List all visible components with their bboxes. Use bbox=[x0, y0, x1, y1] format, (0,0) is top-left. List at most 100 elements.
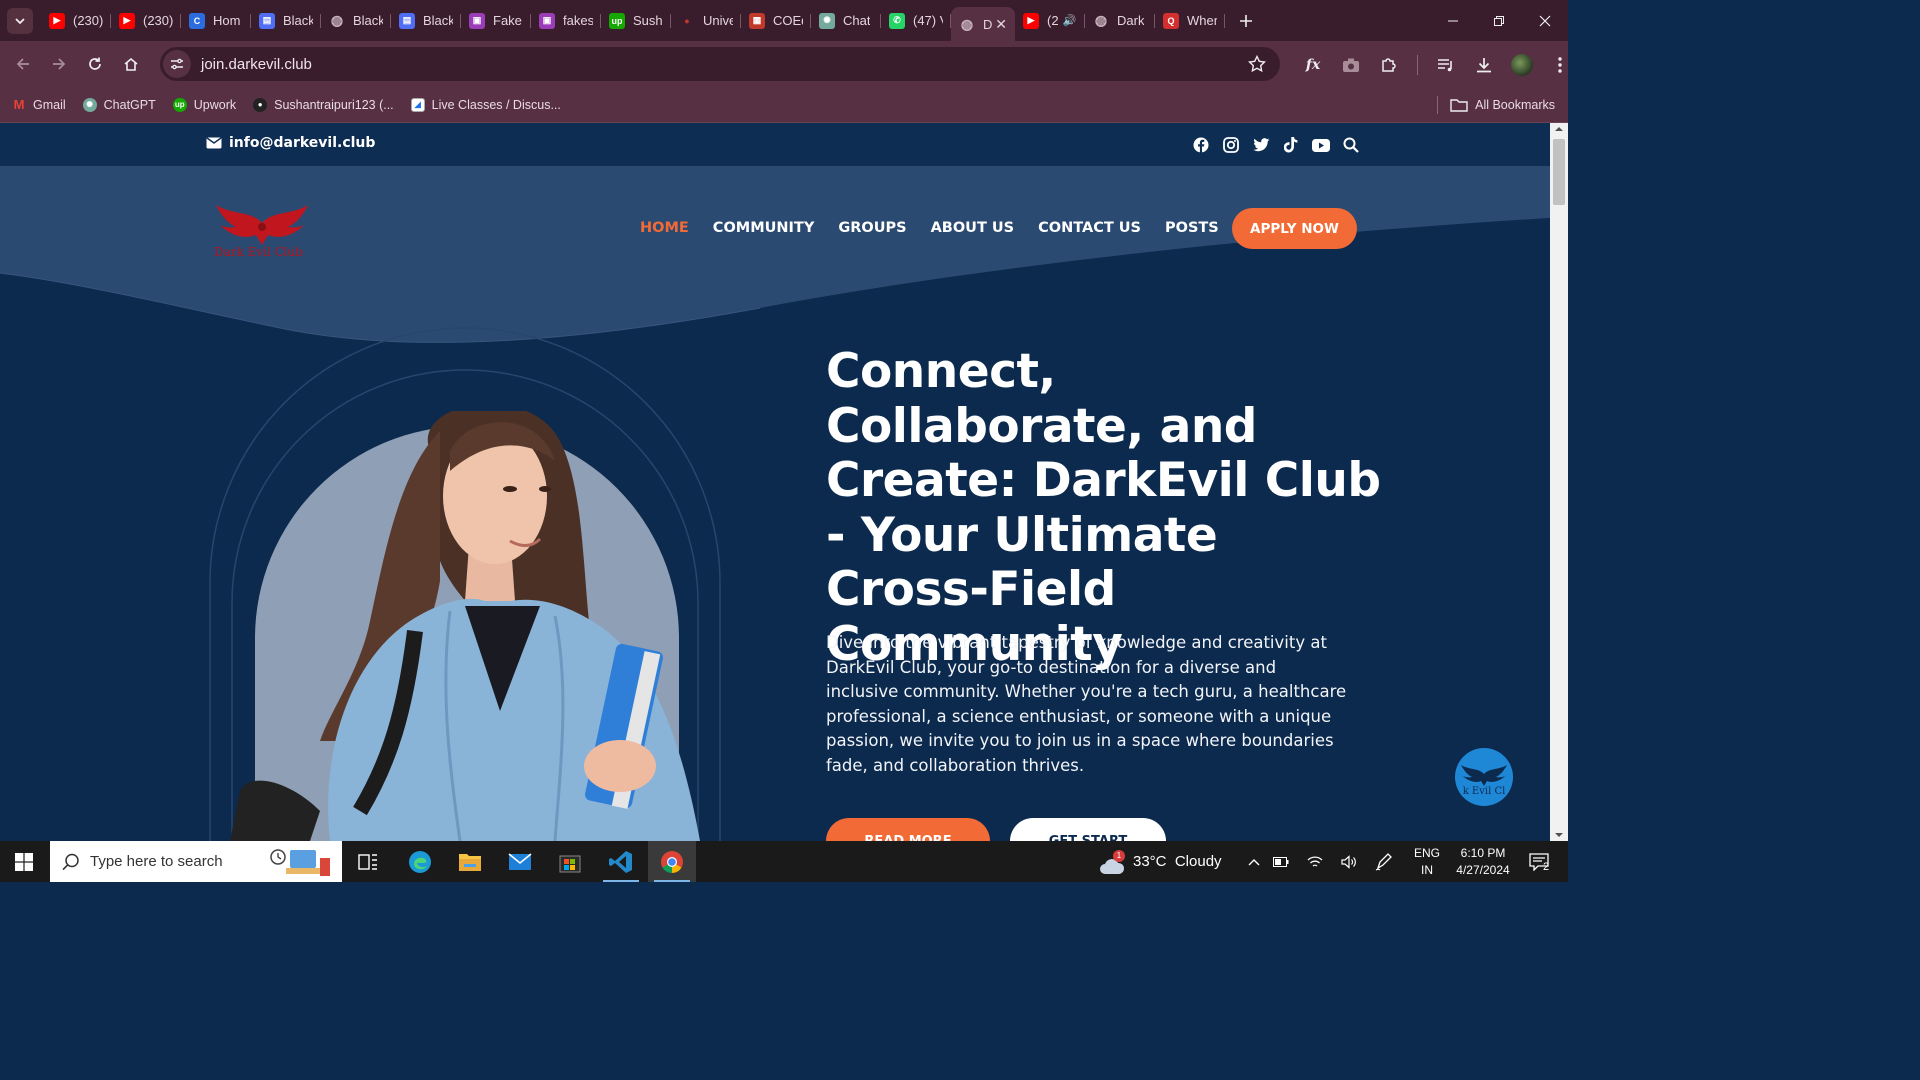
nav-about-us[interactable]: ABOUT US bbox=[931, 220, 1015, 236]
battery-button[interactable] bbox=[1264, 856, 1298, 867]
browser-tab[interactable]: ▶ (230) bbox=[41, 6, 111, 36]
browser-tab[interactable]: ● Unive bbox=[671, 6, 741, 36]
download-icon bbox=[1477, 58, 1491, 73]
tab-strip: ▶ (230) ▶ (230) C Hom ▤ Black ◍ Black ▤ Black ▣ Fake ▣… bbox=[0, 0, 1568, 41]
mail-app[interactable] bbox=[496, 841, 544, 882]
nav-groups[interactable]: GROUPS bbox=[838, 220, 906, 236]
bookmark-live-classes[interactable]: ◢ Live Classes / Discus... bbox=[410, 97, 561, 112]
notification-count: 2 bbox=[1543, 861, 1550, 873]
quora-icon: Q bbox=[1163, 12, 1179, 29]
browser-tab[interactable]: ◍ D ✕ bbox=[951, 7, 1015, 41]
tab-search-button[interactable] bbox=[7, 7, 33, 34]
file-explorer-app[interactable] bbox=[446, 841, 494, 882]
get-start-button[interactable]: GET START bbox=[1010, 818, 1166, 841]
youtube-icon[interactable] bbox=[1312, 136, 1330, 154]
bookmark-github[interactable]: ● Sushantraipuri123 (... bbox=[253, 97, 394, 112]
minimize-button[interactable] bbox=[1430, 0, 1476, 41]
nav-posts[interactable]: POSTS bbox=[1165, 220, 1219, 236]
browser-toolbar: join.darkevil.club fx bbox=[0, 41, 1568, 87]
pen-workspace-button[interactable] bbox=[1366, 852, 1402, 871]
menu-button[interactable] bbox=[1542, 47, 1578, 83]
browser-tab[interactable]: ✺ Chat bbox=[811, 6, 881, 36]
search-icon[interactable] bbox=[1342, 136, 1360, 154]
browser-tab[interactable]: ▦ COEd bbox=[741, 6, 811, 36]
camera-icon bbox=[1343, 58, 1359, 72]
network-button[interactable] bbox=[1298, 855, 1332, 869]
hero-heading: Connect, Collaborate, and Create: DarkEv… bbox=[826, 344, 1381, 672]
nav-community[interactable]: COMMUNITY bbox=[713, 220, 815, 236]
forward-button[interactable] bbox=[41, 46, 77, 82]
browser-tab[interactable]: ▶ (2 🔊 bbox=[1015, 6, 1085, 36]
playlist-icon bbox=[1438, 59, 1452, 72]
floating-chat-button[interactable]: k Evil Cl bbox=[1455, 748, 1513, 806]
reload-button[interactable] bbox=[77, 46, 113, 82]
chrome-app[interactable] bbox=[648, 841, 696, 882]
browser-tab[interactable]: ▣ fakes bbox=[531, 6, 601, 36]
screenshot-extension-button[interactable] bbox=[1333, 47, 1369, 83]
media-control-button[interactable] bbox=[1428, 47, 1464, 83]
function-icon: fx bbox=[1305, 57, 1321, 73]
restore-button[interactable] bbox=[1476, 0, 1522, 41]
clock[interactable]: 6:10 PM 4/27/2024 bbox=[1451, 841, 1515, 882]
scroll-up-icon[interactable] bbox=[1550, 123, 1568, 135]
scrollbar-thumb[interactable] bbox=[1553, 139, 1565, 205]
formula-extension-button[interactable]: fx bbox=[1295, 47, 1331, 83]
bookmark-star-button[interactable] bbox=[1248, 55, 1266, 73]
taskbar-search-box[interactable]: Type here to search bbox=[50, 841, 342, 882]
close-tab-icon[interactable]: ✕ bbox=[995, 16, 1007, 33]
show-hidden-icons-button[interactable] bbox=[1244, 858, 1264, 866]
browser-tab[interactable]: Q Wher bbox=[1155, 6, 1225, 36]
bookmark-gmail[interactable]: M Gmail bbox=[12, 97, 66, 112]
bookmark-chatgpt[interactable]: ✺ ChatGPT bbox=[82, 97, 156, 112]
address-bar[interactable]: join.darkevil.club bbox=[160, 47, 1280, 81]
tab-title: Black bbox=[353, 13, 383, 28]
input-language-button[interactable]: ENG IN bbox=[1412, 841, 1442, 882]
notification-center-button[interactable]: 2 bbox=[1522, 841, 1556, 882]
volume-button[interactable] bbox=[1332, 854, 1366, 869]
bookmark-upwork[interactable]: up Upwork bbox=[172, 97, 236, 112]
extensions-button[interactable] bbox=[1371, 47, 1407, 83]
browser-tab[interactable]: ▤ Black bbox=[251, 6, 321, 36]
all-bookmarks-button[interactable]: All Bookmarks bbox=[1450, 98, 1555, 112]
site-info-button[interactable] bbox=[163, 50, 191, 78]
browser-tab[interactable]: ✆ (47) V bbox=[881, 6, 951, 36]
audio-playing-icon[interactable]: 🔊 bbox=[1063, 14, 1077, 27]
instagram-icon[interactable] bbox=[1222, 136, 1240, 154]
microsoft-store-app[interactable] bbox=[546, 841, 594, 882]
back-button[interactable] bbox=[5, 46, 41, 82]
new-tab-button[interactable] bbox=[1231, 0, 1261, 41]
page-scrollbar[interactable] bbox=[1550, 123, 1568, 841]
weather-text: 33°C Cloudy bbox=[1133, 853, 1222, 870]
profile-button[interactable] bbox=[1504, 47, 1540, 83]
browser-tab[interactable]: ▤ Black bbox=[391, 6, 461, 36]
scroll-down-icon[interactable] bbox=[1550, 829, 1568, 841]
apply-now-button[interactable]: APPLY NOW bbox=[1232, 208, 1357, 249]
browser-tab[interactable]: ▶ (230) bbox=[111, 6, 181, 36]
email-contact[interactable]: info@darkevil.club bbox=[206, 135, 375, 151]
floating-logo-text: k Evil Cl bbox=[1462, 786, 1506, 797]
nav-contact-us[interactable]: CONTACT US bbox=[1038, 220, 1141, 236]
twitter-icon[interactable] bbox=[1252, 136, 1270, 154]
browser-tab[interactable]: C Hom bbox=[181, 6, 251, 36]
home-button[interactable] bbox=[113, 46, 149, 82]
close-icon bbox=[1539, 15, 1551, 26]
weather-badge: 1 bbox=[1113, 849, 1125, 862]
read-more-button[interactable]: READ MORE bbox=[826, 818, 990, 841]
edge-app[interactable] bbox=[396, 841, 444, 882]
browser-tab[interactable]: ◍ Dark bbox=[1085, 6, 1155, 36]
browser-tab[interactable]: ◍ Black bbox=[321, 6, 391, 36]
tab-title: Black bbox=[283, 13, 313, 28]
vscode-app[interactable] bbox=[597, 841, 645, 882]
tiktok-icon[interactable] bbox=[1282, 136, 1300, 154]
downloads-button[interactable] bbox=[1466, 47, 1502, 83]
start-button[interactable] bbox=[0, 841, 48, 882]
browser-tab[interactable]: up Susha bbox=[601, 6, 671, 36]
browser-tab[interactable]: ▣ Fake bbox=[461, 6, 531, 36]
task-view-button[interactable] bbox=[344, 841, 392, 882]
tab-title: (230) bbox=[73, 13, 103, 28]
nav-home[interactable]: HOME bbox=[640, 220, 689, 236]
facebook-icon[interactable] bbox=[1192, 136, 1210, 154]
close-window-button[interactable] bbox=[1522, 0, 1568, 41]
weather-widget[interactable]: 1 33°C Cloudy bbox=[1098, 841, 1222, 882]
time-text: 6:10 PM bbox=[1460, 845, 1506, 860]
